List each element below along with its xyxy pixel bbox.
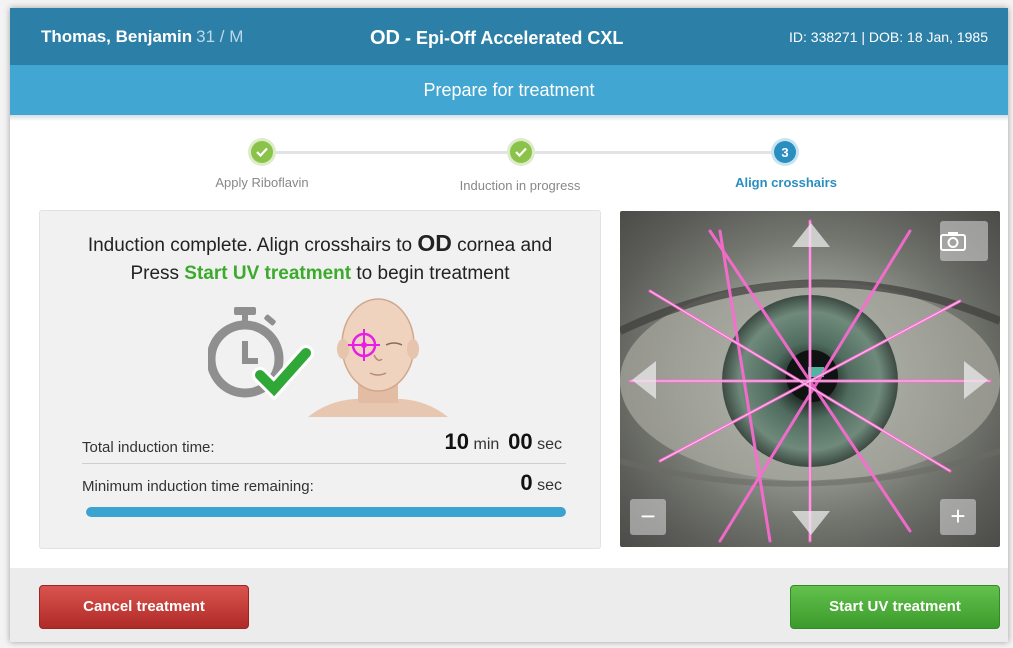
instruction-line-2-prefix: Press — [130, 263, 185, 284]
procedure-name: - Epi-Off Accelerated CXL — [400, 28, 624, 48]
total-minutes: 10 — [444, 429, 470, 454]
instruction-line-2: Press Start UV treatment to begin treatm… — [40, 260, 600, 288]
remaining-seconds-unit: sec — [537, 477, 562, 494]
page-title: Prepare for treatment — [10, 65, 1008, 115]
induction-progress-fill — [86, 507, 566, 517]
procedure-title: OD - Epi-Off Accelerated CXL — [370, 27, 623, 50]
remaining-seconds: 0 — [520, 470, 533, 495]
start-uv-treatment-button[interactable]: Start UV treatment — [790, 585, 1000, 629]
cancel-treatment-button[interactable]: Cancel treatment — [39, 585, 249, 629]
zoom-out-button[interactable]: − — [630, 499, 666, 535]
eye-camera-view[interactable]: − + — [620, 211, 1000, 547]
seconds-unit: sec — [537, 436, 562, 453]
step-label-apply-riboflavin: Apply Riboflavin — [215, 175, 309, 190]
arrow-right-icon[interactable] — [962, 359, 990, 401]
stepper-line-1 — [260, 151, 510, 154]
patient-name-text: Thomas, Benjamin — [41, 27, 193, 46]
timer-complete-icon — [208, 307, 314, 401]
zoom-out-icon: − — [640, 501, 656, 531]
total-seconds: 00 — [508, 429, 533, 454]
patient-name: Thomas, Benjamin 31 / M — [41, 27, 243, 47]
instruction-line-1-suffix: cornea and — [451, 235, 553, 256]
step-2-check-icon — [510, 141, 532, 163]
stepper-line-2 — [520, 151, 775, 154]
remaining-induction-value: 0 sec — [520, 470, 562, 496]
step-3-number: 3 — [774, 141, 796, 163]
patient-age-sex: 31 / M — [196, 27, 244, 46]
footer-bar: Cancel treatment Start UV treatment — [10, 568, 1008, 642]
instruction-line-2-suffix: to begin treatment — [351, 263, 510, 284]
patient-header: Thomas, Benjamin 31 / M OD - Epi-Off Acce… — [10, 8, 1008, 65]
total-induction-row: Total induction time: 10 min 00 sec — [82, 419, 566, 464]
instruction-highlight: Start UV treatment — [184, 263, 352, 284]
step-label-induction: Induction in progress — [459, 178, 581, 193]
instruction-line-1-prefix: Induction complete. Align crosshairs to — [87, 235, 418, 256]
instruction-text: Induction complete. Align crosshairs to … — [40, 229, 600, 288]
zoom-in-icon: + — [950, 501, 966, 531]
total-induction-label: Total induction time: — [82, 439, 215, 456]
minutes-unit: min — [473, 436, 500, 453]
camera-icon — [940, 232, 966, 251]
arrow-up-icon[interactable] — [790, 221, 832, 249]
zoom-in-button[interactable]: + — [940, 499, 976, 535]
induction-progress-bar — [86, 507, 566, 517]
instruction-line-1: Induction complete. Align crosshairs to … — [40, 229, 600, 260]
arrow-left-icon[interactable] — [630, 359, 658, 401]
instruction-eye: OD — [417, 230, 452, 256]
eye-image — [620, 219, 1000, 543]
induction-panel: Induction complete. Align crosshairs to … — [39, 210, 601, 549]
remaining-induction-row: Minimum induction time remaining: 0 sec — [82, 464, 566, 498]
treatment-window: Thomas, Benjamin 31 / M OD - Epi-Off Acce… — [10, 8, 1008, 642]
patient-id-dob: ID: 338271 | DOB: 18 Jan, 1985 — [789, 29, 988, 45]
arrow-down-icon[interactable] — [790, 509, 832, 537]
total-induction-value: 10 min 00 sec — [445, 429, 562, 455]
head-target-icon — [308, 298, 448, 417]
step-1-check-icon — [251, 141, 273, 163]
eye-label: OD — [370, 27, 400, 49]
camera-snapshot-button[interactable] — [940, 221, 988, 261]
subheader-shadow — [10, 115, 1008, 121]
remaining-induction-label: Minimum induction time remaining: — [82, 478, 314, 495]
step-label-align-crosshairs: Align crosshairs — [735, 175, 837, 190]
